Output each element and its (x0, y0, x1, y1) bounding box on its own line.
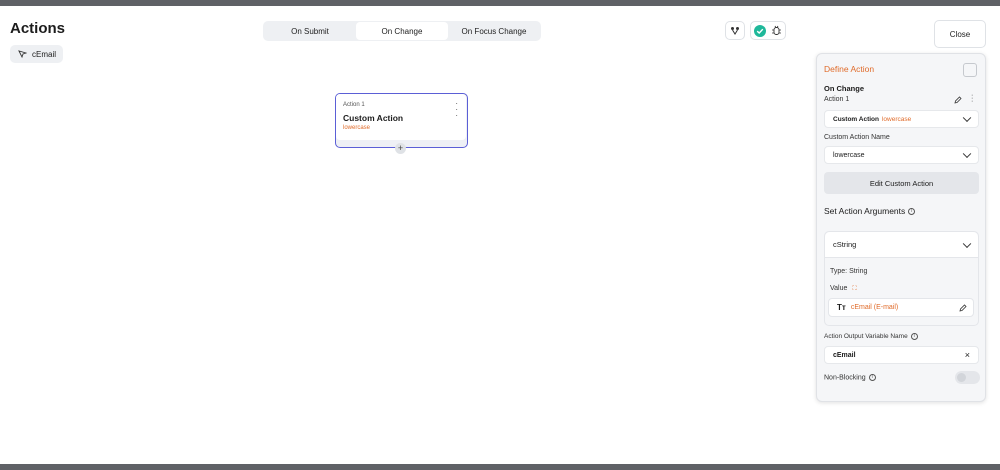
action-node-card: Action 1 Custom Action lowercase · · · (336, 94, 466, 140)
flow-icon-button[interactable] (725, 21, 745, 40)
tab-on-focus-change[interactable]: On Focus Change (448, 22, 540, 40)
info-icon[interactable]: i (868, 374, 876, 381)
argument-name: cString (833, 240, 857, 249)
value-label: Value (830, 285, 848, 292)
argument-header[interactable]: cString (825, 232, 978, 258)
widget-icon (18, 50, 27, 59)
action-index-label: Action 1 (824, 96, 850, 103)
bug-icon[interactable] (771, 25, 782, 36)
info-icon[interactable]: i (910, 333, 918, 340)
output-variable-input[interactable]: cEmail × (824, 346, 979, 364)
non-blocking-toggle[interactable] (955, 371, 980, 384)
args-heading-text: Set Action Arguments (824, 206, 906, 216)
chevron-down-icon (962, 239, 972, 248)
window-bottom-edge (0, 464, 1000, 470)
info-icon[interactable]: i (908, 208, 916, 216)
tab-on-submit[interactable]: On Submit (264, 22, 356, 40)
non-blocking-label: Non-Blocking (824, 374, 866, 382)
define-action-panel: Define Action On Change Action 1 · · · Cus… (816, 53, 986, 402)
value-label-row: Value ⛶ (830, 285, 857, 293)
check-circle-icon[interactable] (753, 24, 766, 37)
flow-icon (731, 26, 739, 35)
tab-on-change[interactable]: On Change (356, 22, 448, 40)
action-type-dropdown[interactable]: Custom Action lowercase (824, 110, 979, 128)
value-field[interactable]: Tт cEmail (E-mail) (828, 298, 974, 317)
action-node[interactable]: Action 1 Custom Action lowercase · · · + (335, 93, 468, 154)
custom-action-name-dropdown[interactable]: lowercase (824, 146, 979, 164)
text-type-icon: Tт (837, 303, 846, 312)
variable-icon: ⛶ (852, 286, 857, 292)
status-debug-group (750, 21, 786, 40)
close-button[interactable]: Close (934, 20, 986, 48)
widget-chip-label: cEmail (32, 49, 57, 59)
action-node-subtitle: lowercase (343, 125, 371, 131)
page-title: Actions (10, 20, 66, 37)
clear-icon[interactable]: × (965, 350, 970, 360)
action-node-title: Custom Action (343, 113, 404, 123)
chevron-down-icon (962, 149, 972, 159)
output-label: Action Output Variable Name (824, 333, 908, 341)
argument-type: Type: String (830, 268, 868, 275)
add-action-icon[interactable]: + (395, 143, 406, 154)
value-text: cEmail (E-mail) (850, 304, 899, 311)
window-top-edge (0, 0, 1000, 6)
trigger-label: On Change (824, 84, 865, 93)
edit-pencil-icon[interactable] (954, 96, 962, 104)
output-label-row: Action Output Variable Name i (824, 333, 918, 340)
more-vertical-icon[interactable]: · · · (455, 100, 458, 120)
args-heading: Set Action Arguments i (824, 206, 916, 216)
action-more-icon[interactable]: · · · (971, 92, 973, 105)
chevron-down-icon (962, 113, 972, 123)
action-node-label: Action 1 (343, 102, 365, 108)
custom-action-name-label: Custom Action Name (824, 134, 890, 141)
edit-pencil-icon[interactable] (959, 304, 967, 312)
widget-chip[interactable]: cEmail (10, 45, 64, 63)
non-blocking-row: Non-Blocking i (824, 374, 876, 381)
copy-doc-icon[interactable] (963, 63, 977, 77)
panel-title: Define Action (824, 64, 875, 74)
edit-custom-action-button[interactable]: Edit Custom Action (824, 172, 979, 194)
action-type-subvalue: lowercase (881, 115, 912, 123)
custom-action-name-value: lowercase (833, 151, 865, 159)
output-value: cEmail (833, 351, 856, 359)
action-type-value: Custom Action (833, 115, 879, 123)
trigger-tabs: On Submit On Change On Focus Change (263, 21, 541, 41)
